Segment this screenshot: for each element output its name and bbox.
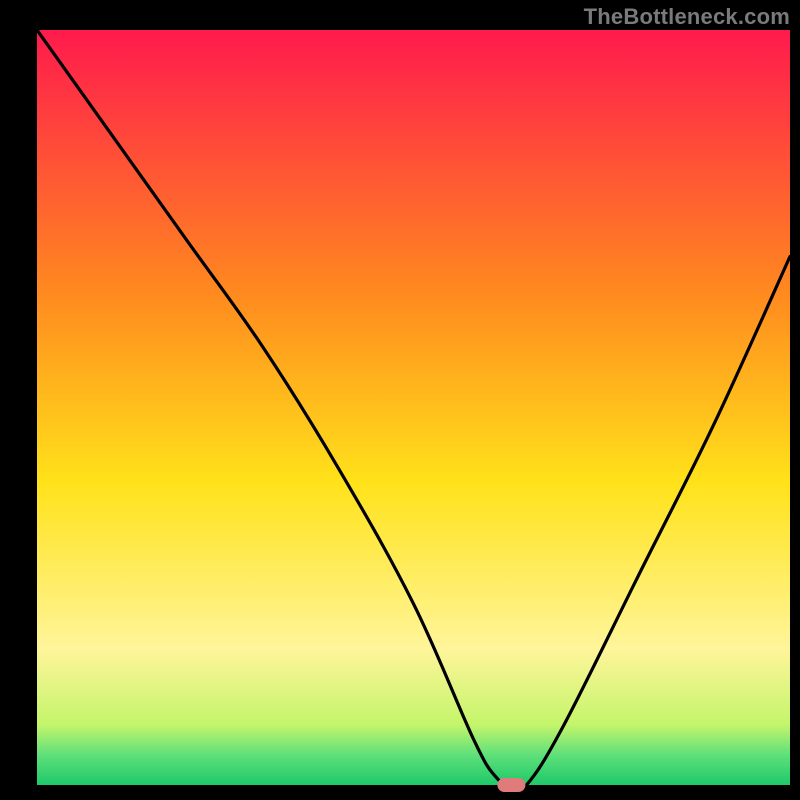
watermark-text: TheBottleneck.com xyxy=(584,4,790,30)
chart-gradient-background xyxy=(37,30,790,785)
chart-stage: TheBottleneck.com xyxy=(0,0,800,800)
optimal-point-marker xyxy=(497,778,525,792)
bottleneck-chart xyxy=(0,0,800,800)
